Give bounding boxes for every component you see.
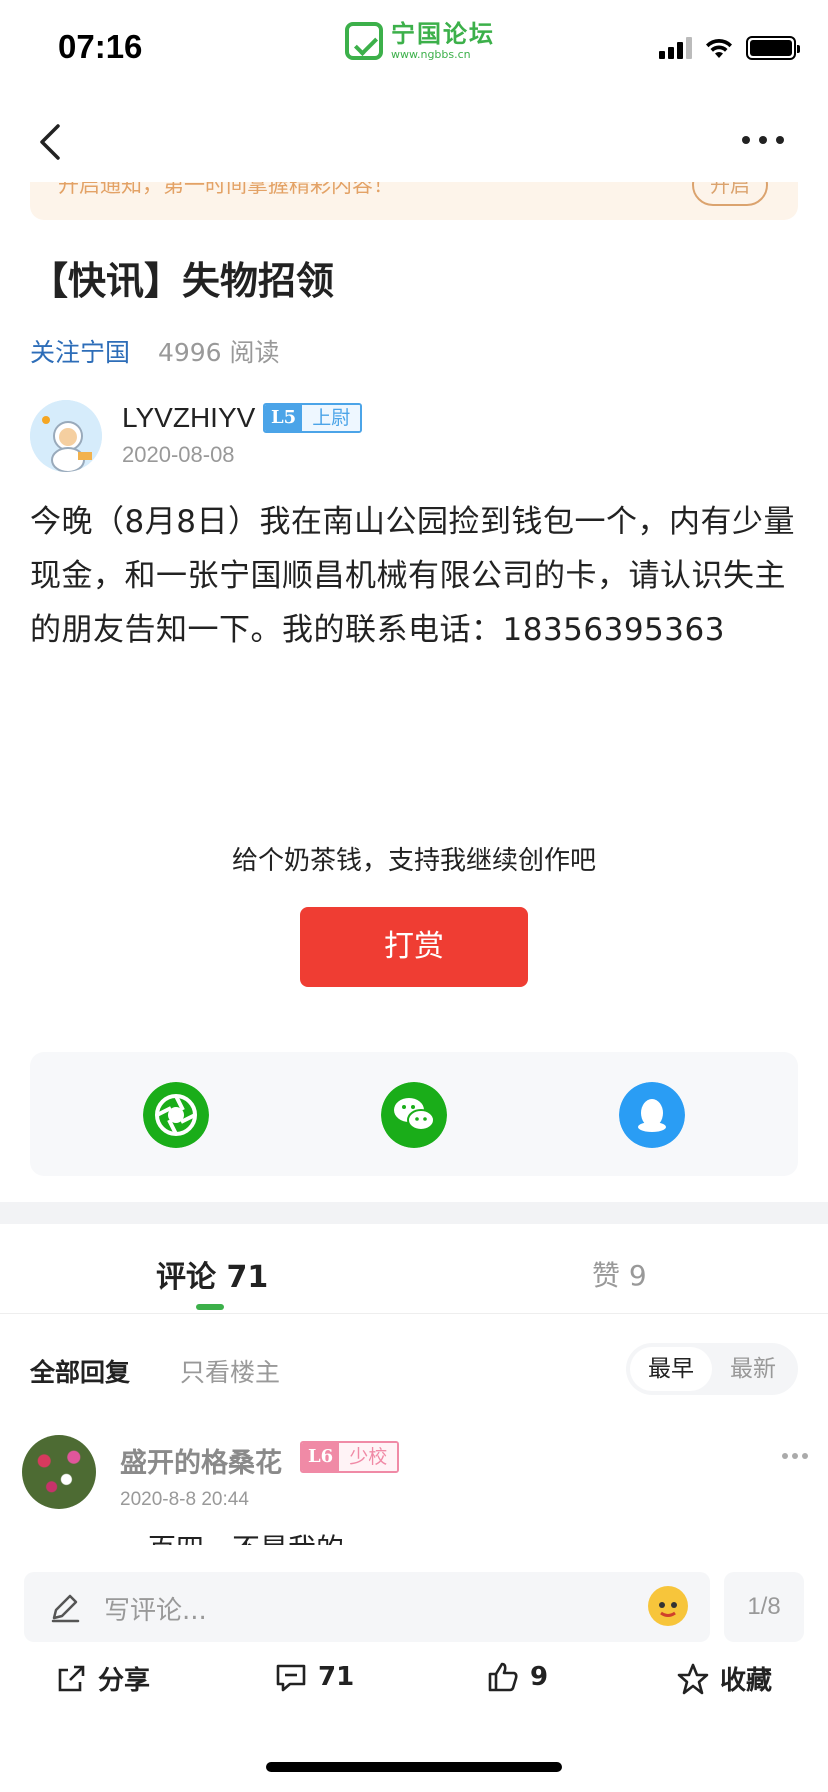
read-count: 4996 阅读 [157,338,280,367]
comment-item: 盛开的格桑花 L6 少校 2020-8-8 20:44 一百四，不是我的 [22,1435,812,1545]
favorite-button[interactable]: 收藏 [676,1660,772,1697]
post-date: 2020-08-08 [122,442,235,467]
logo-url: www.ngbbs.cn [391,48,471,61]
system-icons [659,36,800,60]
comment-tabs: 评论 71 赞 9 [0,1224,828,1314]
post-content: 今晚（8月8日）我在南山公园捡到钱包一个，内有少量现金，和一张宁国顺昌机械有限公… [30,504,795,648]
forum-logo: 宁国论坛 www.ngbbs.cn [345,22,495,60]
battery-icon [746,36,800,60]
back-icon[interactable] [32,122,72,162]
comment-input[interactable]: 写评论... [24,1572,710,1642]
commenter-level: L6 [302,1443,340,1471]
author-level: L5 [265,405,303,431]
section-divider [0,1202,828,1224]
page-indicator[interactable]: 1/8 [724,1572,804,1642]
commenter-avatar[interactable] [22,1435,96,1509]
comment-more-icon[interactable] [782,1453,808,1459]
enable-notification-button[interactable]: 开启 [692,182,768,206]
qq-icon[interactable] [619,1082,685,1148]
status-bar: 07:16 宁国论坛 www.ngbbs.cn [0,0,828,100]
comment-placeholder: 写评论... [104,1596,207,1626]
filter-host-only[interactable]: 只看楼主 [180,1353,280,1389]
notification-banner: 开启通知，第一时间掌握精彩内容！ 开启 [30,182,798,220]
home-indicator [266,1762,562,1772]
favorite-label: 收藏 [720,1666,773,1696]
tab-likes[interactable]: 赞 9 [592,1254,647,1294]
tab-comments[interactable]: 评论 71 [156,1252,268,1296]
commenter-level-badge: L6 少校 [300,1441,400,1473]
logo-name: 宁国论坛 [391,20,495,48]
nav-bar [0,100,828,182]
active-tab-indicator [196,1304,224,1310]
notification-text: 开启通知，第一时间掌握精彩内容！ [58,182,394,197]
author-block[interactable]: LYVZHIYV L5 上尉 2020-08-08 [30,400,798,476]
comments-button[interactable]: 71 [274,1660,354,1694]
sort-latest[interactable]: 最新 [712,1347,794,1391]
wechat-icon[interactable] [381,1082,447,1148]
emoji-icon[interactable] [648,1586,688,1626]
filter-all-replies[interactable]: 全部回复 [30,1353,130,1389]
moments-icon[interactable] [143,1082,209,1148]
post-meta: 关注宁国 4996 阅读 [30,333,280,369]
comments-count: 71 [318,1662,355,1692]
share-icon [58,1665,85,1691]
commenter-rank: 少校 [339,1443,398,1471]
author-avatar[interactable] [30,400,102,472]
pencil-icon [51,1594,80,1623]
comment-date: 2020-8-8 20:44 [120,1489,249,1510]
follow-link[interactable]: 关注宁国 [30,338,130,367]
post-title: 【快讯】失物招领 [30,259,335,303]
tip-prompt: 给个奶茶钱，支持我继续创作吧 [231,846,596,876]
logo-icon [345,22,383,60]
thumbs-up-icon [488,1662,518,1692]
signal-icon [659,37,692,59]
author-rank: 上尉 [302,405,361,431]
sort-earliest[interactable]: 最早 [630,1347,712,1391]
author-level-badge: L5 上尉 [263,403,363,433]
likes-count: 9 [530,1662,549,1692]
tip-button[interactable]: 打赏 [300,907,528,987]
share-panel [30,1052,798,1176]
comment-icon [276,1664,306,1692]
comment-text: 一百四，不是我的 [120,1527,344,1545]
share-button[interactable]: 分享 [54,1660,150,1697]
action-bar: 分享 71 9 收藏 [0,1660,828,1710]
status-time: 07:16 [58,28,143,65]
more-icon[interactable] [742,136,784,144]
sort-toggle: 最早 最新 [626,1343,798,1395]
like-button[interactable]: 9 [486,1660,548,1694]
commenter-name[interactable]: 盛开的格桑花 [120,1441,282,1480]
share-label: 分享 [98,1666,151,1696]
star-icon [677,1663,709,1694]
author-name[interactable]: LYVZHIYV [122,402,255,434]
wifi-icon [706,38,732,58]
comment-filters: 全部回复 只看楼主 最早 最新 [30,1343,798,1395]
